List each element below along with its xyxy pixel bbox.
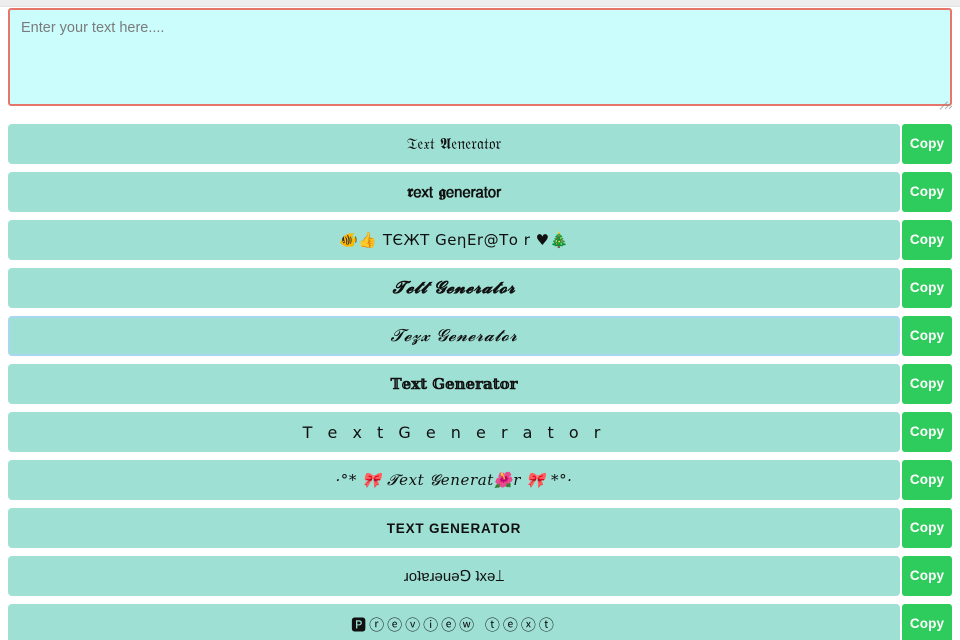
style-row: 𝓣𝓮𝓽𝓽 𝓖𝓮𝓷𝓮𝓻𝓪𝓽𝓸𝓻 Copy bbox=[8, 268, 952, 308]
style-preview-fraktur[interactable]: 𝔗𝔢𝔵𝔱 𝕬𝔢𝔫𝔢𝔯𝔞𝔱𝔬𝔯 bbox=[8, 124, 900, 164]
copy-button[interactable]: Copy bbox=[902, 460, 952, 500]
style-preview-cute[interactable]: ·°* 🎀 𝓣ext 𝓖enerat🌺r 🎀 *°· bbox=[8, 460, 900, 500]
text-generator-page: 𝔗𝔢𝔵𝔱 𝕬𝔢𝔫𝔢𝔯𝔞𝔱𝔬𝔯Copy𝖗𝖾𝗑𝗍 𝖌𝖾𝗇𝖾𝗋𝖺𝗍𝗈𝗋Copy🐠👍 Τ… bbox=[0, 0, 960, 640]
style-row: ·°* 🎀 𝓣ext 𝓖enerat🌺r 🎀 *°· Copy bbox=[8, 460, 952, 500]
style-preview-fraktur-bold[interactable]: 𝖗𝖾𝗑𝗍 𝖌𝖾𝗇𝖾𝗋𝖺𝗍𝗈𝗋 bbox=[8, 172, 900, 212]
style-preview-boxed[interactable]: 🅿ⓡⓔⓥⓘⓔⓦ ⓣⓔⓧⓣ bbox=[8, 604, 900, 640]
style-row: T e x t G e n e r a t o r Copy bbox=[8, 412, 952, 452]
copy-button[interactable]: Copy bbox=[902, 124, 952, 164]
style-row: 𝓣𝓮𝔃𝔁 𝓖𝓮𝓷𝓮𝓻𝓪𝓽𝓸𝓻 Copy bbox=[8, 316, 952, 356]
copy-button[interactable]: Copy bbox=[902, 220, 952, 260]
copy-button[interactable]: Copy bbox=[902, 316, 952, 356]
style-row: 🅿ⓡⓔⓥⓘⓔⓦ ⓣⓔⓧⓣ Copy bbox=[8, 604, 952, 640]
style-preview-double[interactable]: 𝕋𝕖𝕩𝕥 𝔾𝕖𝕟𝕖𝕣𝕒𝕥𝕠𝕣 bbox=[8, 364, 900, 404]
style-row: ɹoʇɐɹǝuǝ⅁ ʇxǝ⟘ Copy bbox=[8, 556, 952, 596]
copy-button[interactable]: Copy bbox=[902, 172, 952, 212]
style-row: 🐠👍 ΤЄЖΤ GeηΕr@Τo r ♥🎄 Copy bbox=[8, 220, 952, 260]
style-preview-script-bold[interactable]: 𝓣𝓮𝓽𝓽 𝓖𝓮𝓷𝓮𝓻𝓪𝓽𝓸𝓻 bbox=[8, 268, 900, 308]
style-row: 𝔗𝔢𝔵𝔱 𝕬𝔢𝔫𝔢𝔯𝔞𝔱𝔬𝔯 Copy bbox=[8, 124, 952, 164]
style-row: TEXT GENERATOR Copy bbox=[8, 508, 952, 548]
style-preview-upsidedown[interactable]: ɹoʇɐɹǝuǝ⅁ ʇxǝ⟘ bbox=[8, 556, 900, 596]
style-preview-smallcaps[interactable]: TEXT GENERATOR bbox=[8, 508, 900, 548]
copy-button[interactable]: Copy bbox=[902, 508, 952, 548]
style-preview-wide[interactable]: T e x t G e n e r a t o r bbox=[8, 412, 900, 452]
generated-styles-list: 𝔗𝔢𝔵𝔱 𝕬𝔢𝔫𝔢𝔯𝔞𝔱𝔬𝔯 Copy 𝖗𝖾𝗑𝗍 𝖌𝖾𝗇𝖾𝗋𝖺𝗍𝗈𝗋 Copy 🐠👍 Τ… bbox=[0, 124, 960, 640]
copy-button[interactable]: Copy bbox=[902, 556, 952, 596]
copy-button[interactable]: Copy bbox=[902, 268, 952, 308]
copy-button[interactable]: Copy bbox=[902, 364, 952, 404]
text-input-container bbox=[8, 8, 953, 110]
copy-button[interactable]: Copy bbox=[902, 412, 952, 452]
style-preview-script[interactable]: 𝓣𝓮𝔃𝔁 𝓖𝓮𝓷𝓮𝓻𝓪𝓽𝓸𝓻 bbox=[8, 316, 900, 356]
copy-button[interactable]: Copy bbox=[902, 604, 952, 640]
text-input[interactable] bbox=[8, 8, 952, 106]
style-preview-emoji[interactable]: 🐠👍 ΤЄЖΤ GeηΕr@Τo r ♥🎄 bbox=[8, 220, 900, 260]
style-row: 𝕋𝕖𝕩𝕥 𝔾𝕖𝕟𝕖𝕣𝕒𝕥𝕠𝕣 Copy bbox=[8, 364, 952, 404]
style-row: 𝖗𝖾𝗑𝗍 𝖌𝖾𝗇𝖾𝗋𝖺𝗍𝗈𝗋 Copy bbox=[8, 172, 952, 212]
page-top-strip bbox=[0, 0, 960, 7]
